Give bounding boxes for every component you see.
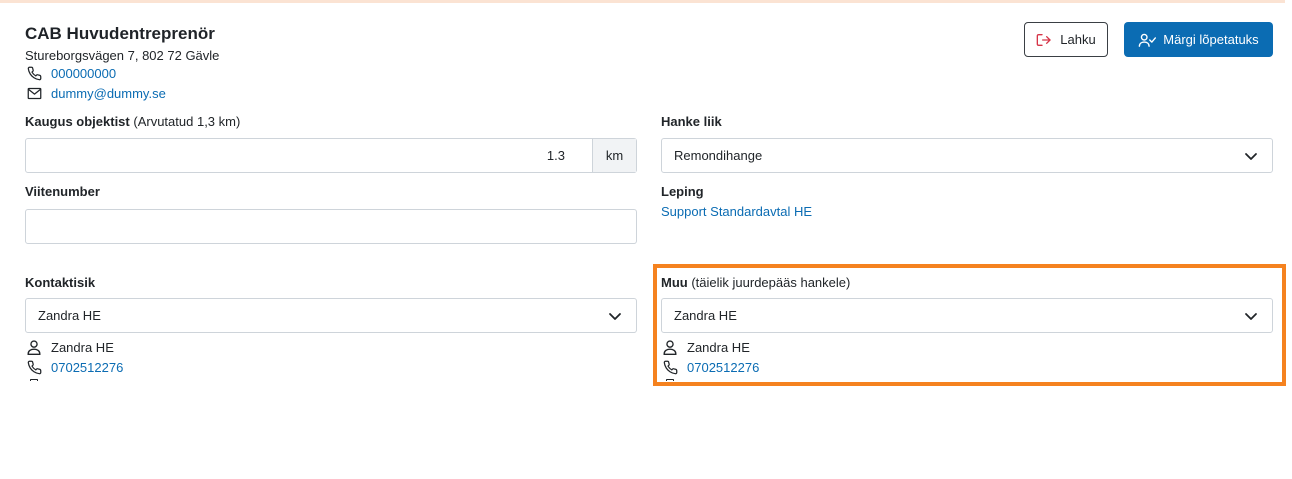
reference-label: Viitenumber [25,184,100,199]
contact-selected-value: Zandra HE [38,308,101,323]
contact-select[interactable]: Zandra HE [25,298,637,333]
leave-button[interactable]: Lahku [1024,22,1108,57]
phone-icon [25,65,43,81]
other-select[interactable]: Zandra HE [661,298,1273,333]
mark-complete-label: Märgi lõpetatuks [1163,32,1259,47]
chevron-down-icon [608,309,622,323]
company-phone-row: 000000000 [25,65,116,81]
mail-icon [666,379,674,381]
distance-input[interactable]: 1.3 km [25,138,637,173]
company-phone-link[interactable]: 000000000 [51,66,116,81]
contact-person-name: Zandra HE [51,339,114,355]
mail-icon [25,85,43,101]
project-type-select[interactable]: Remondihange [661,138,1273,173]
other-person-row: Zandra HE [661,339,750,355]
leave-button-label: Lahku [1060,32,1096,47]
user-icon [661,339,679,355]
other-person-name: Zandra HE [687,339,750,355]
user-check-icon [1138,33,1157,47]
other-label: Muu (täielik juurdepääs hankele) [661,275,850,290]
chevron-down-icon [1244,309,1258,323]
sign-out-icon [1036,33,1052,47]
chevron-down-icon [1244,149,1258,163]
reference-input[interactable] [25,209,637,244]
contact-label: Kontaktisik [25,275,96,290]
phone-icon [661,359,679,375]
project-type-value: Remondihange [674,148,763,163]
contract-link[interactable]: Support Standardavtal HE [661,204,812,219]
contact-phone-row: 0702512276 [25,359,123,375]
distance-label: Kaugus objektist (Arvutatud 1,3 km) [25,114,240,129]
mark-complete-button[interactable]: Märgi lõpetatuks [1124,22,1273,57]
contract-label: Leping [661,184,704,199]
other-hint: (täielik juurdepääs hankele) [691,275,851,290]
distance-hint: (Arvutatud 1,3 km) [133,114,241,129]
distance-unit: km [592,139,636,172]
other-phone-link[interactable]: 0702512276 [687,360,759,375]
company-address: Stureborgsvägen 7, 802 72 Gävle [25,48,220,63]
contact-person-row: Zandra HE [25,339,114,355]
distance-value: 1.3 [546,148,565,163]
mail-icon [30,379,38,381]
company-name: CAB Huvudentreprenör [25,24,215,43]
other-phone-row: 0702512276 [661,359,759,375]
project-type-label: Hanke liik [661,114,722,129]
distance-label-text: Kaugus objektist [25,114,130,129]
contact-phone-link[interactable]: 0702512276 [51,360,123,375]
company-email-row: dummy@dummy.se [25,85,166,101]
other-selected-value: Zandra HE [674,308,737,323]
user-icon [25,339,43,355]
project-details-panel: CAB Huvudentreprenör Stureborgsvägen 7, … [0,3,1285,381]
phone-icon [25,359,43,375]
company-email-link[interactable]: dummy@dummy.se [51,86,166,101]
other-label-text: Muu [661,275,688,290]
